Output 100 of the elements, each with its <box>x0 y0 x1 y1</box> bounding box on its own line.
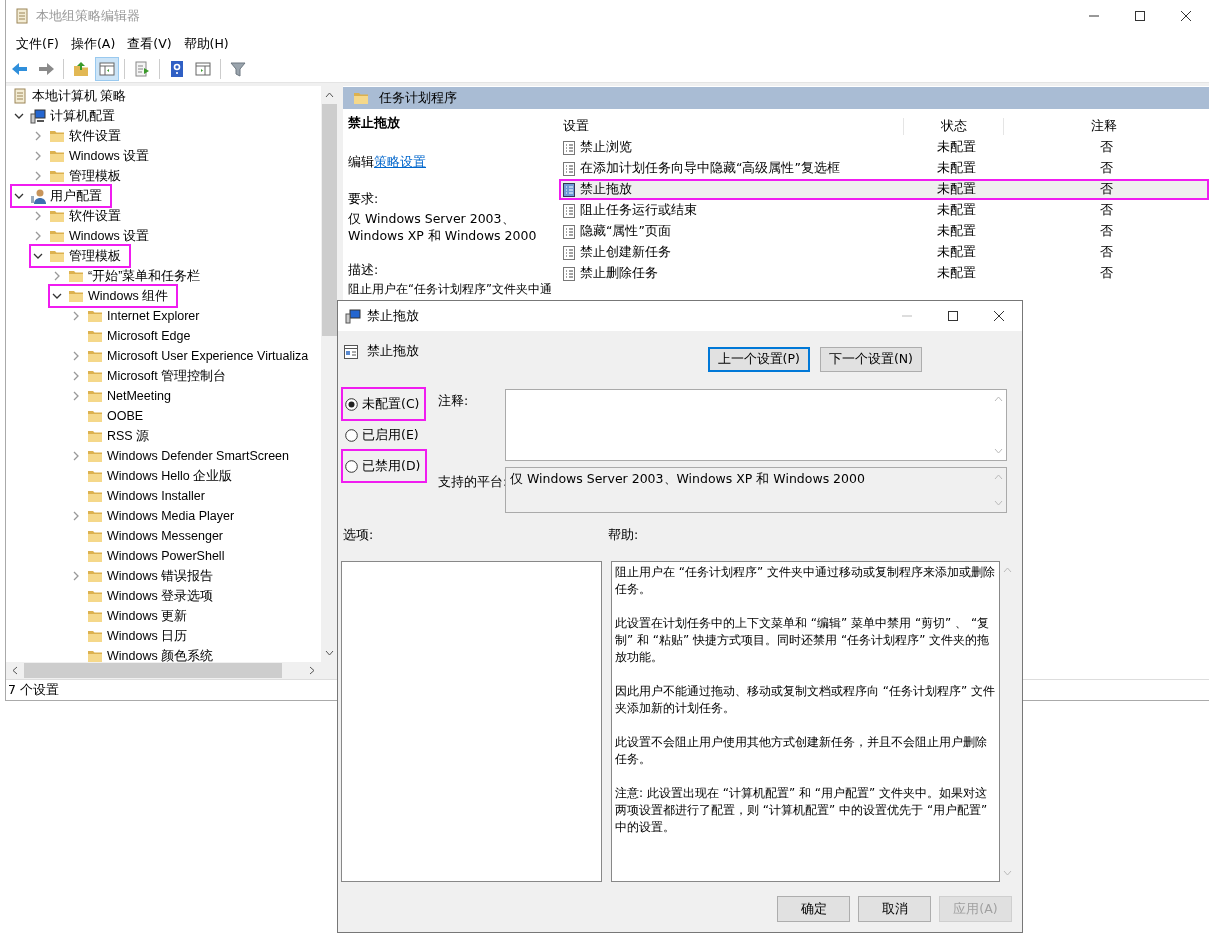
close-icon[interactable] <box>1180 10 1192 22</box>
tree-item[interactable]: Windows Media Player <box>67 507 240 525</box>
folder-icon <box>49 248 65 264</box>
tree-item[interactable]: 管理模板 <box>29 167 126 185</box>
maximize-icon[interactable] <box>1134 10 1146 22</box>
tree-item[interactable]: Windows Installer <box>67 487 210 505</box>
chevron-right-icon[interactable] <box>52 271 62 281</box>
radio-button[interactable]: 已启用(E) <box>341 421 426 449</box>
scrollbar-thumb[interactable] <box>24 663 282 678</box>
table-row[interactable]: 禁止浏览 未配置 否 <box>559 137 1209 158</box>
dialog-button[interactable]: 确定 <box>777 896 850 922</box>
tree-item[interactable]: “开始”菜单和任务栏 <box>48 267 206 285</box>
scrollbar[interactable] <box>321 86 338 662</box>
tree-item[interactable]: Windows Defender SmartScreen <box>67 447 295 465</box>
table-row[interactable]: 在添加计划任务向导中隐藏“高级属性”复选框 未配置 否 <box>559 158 1209 179</box>
tree-item[interactable]: Windows 日历 <box>67 627 193 645</box>
dialog-button[interactable]: 取消 <box>858 896 931 922</box>
user-icon <box>30 188 46 204</box>
table-row[interactable]: 阻止任务运行或结束 未配置 否 <box>559 200 1209 221</box>
tree-item[interactable]: 软件设置 <box>29 207 126 225</box>
table-cell: 阻止任务运行或结束 <box>580 202 697 219</box>
tree-item[interactable]: Windows 更新 <box>67 607 193 625</box>
tree-item[interactable]: 用户配置 <box>10 184 112 208</box>
tree-item[interactable]: Windows 颜色系统 <box>67 647 219 662</box>
tree-item[interactable]: Windows Hello 企业版 <box>67 467 238 485</box>
scroll-left-icon[interactable] <box>12 666 18 675</box>
scroll-up-icon[interactable] <box>325 92 334 98</box>
chevron-right-icon[interactable] <box>71 571 81 581</box>
tree-item[interactable]: Windows 设置 <box>29 227 155 245</box>
folder-icon <box>87 568 103 584</box>
folder-icon <box>87 328 103 344</box>
chevron-right-icon[interactable] <box>33 131 43 141</box>
scroll-right-icon[interactable] <box>309 666 315 675</box>
setting-icon <box>561 244 577 261</box>
help-paragraph: 注意: 此设置出现在 “计算机配置” 和 “用户配置” 文件夹中。如果对这两项设置都进行了配置，则 “计算机配置” 中的设置优先于 “用户配置” 中的设置。 <box>615 785 989 836</box>
tree-item[interactable]: Windows Messenger <box>67 527 228 545</box>
tree-item[interactable]: Internet Explorer <box>67 307 205 325</box>
setting-title: 禁止拖放 <box>348 115 401 132</box>
chevron-right-icon[interactable] <box>71 511 81 521</box>
pane-title: 任务计划程序 <box>379 89 457 107</box>
close-icon[interactable] <box>993 310 1005 322</box>
tree-item[interactable]: RSS 源 <box>67 427 155 445</box>
table-row[interactable]: 隐藏“属性”页面 未配置 否 <box>559 221 1209 242</box>
tree-item[interactable]: Microsoft User Experience Virtualiza <box>67 347 314 365</box>
menu-item[interactable]: 帮助(H) <box>177 35 235 53</box>
table-cell: 隐藏“属性”页面 <box>580 223 671 240</box>
chevron-down-icon[interactable] <box>33 251 43 261</box>
chevron-right-icon[interactable] <box>71 371 81 381</box>
maximize-icon[interactable] <box>947 310 959 322</box>
scrollbar-thumb[interactable] <box>322 104 337 336</box>
table-cell-text: 否 <box>1098 244 1114 261</box>
nav-button[interactable]: 下一个设置(N) <box>819 346 922 372</box>
chevron-right-icon[interactable] <box>33 231 43 241</box>
scroll-down-icon[interactable] <box>325 650 334 656</box>
tree-item[interactable]: 本地计算机 策略 <box>9 87 132 105</box>
column-header[interactable]: 设置 <box>559 117 904 135</box>
column-header[interactable]: 状态 <box>904 117 1004 135</box>
chevron-down-icon[interactable] <box>52 291 62 301</box>
tree-item[interactable]: 计算机配置 <box>10 107 120 125</box>
table-cell-text: 否 <box>1098 181 1114 198</box>
policy-settings-link[interactable]: 策略设置 <box>374 154 426 169</box>
folder-icon <box>87 408 103 424</box>
radio-empty-icon[interactable] <box>345 428 358 442</box>
tree-item[interactable]: Windows PowerShell <box>67 547 230 565</box>
tree-item[interactable]: Microsoft 管理控制台 <box>67 367 232 385</box>
table-row[interactable]: 禁止删除任务 未配置 否 <box>559 263 1209 284</box>
chevron-down-icon[interactable] <box>14 111 24 121</box>
tree-item[interactable]: Windows 组件 <box>48 284 179 308</box>
tree-item[interactable]: 软件设置 <box>29 127 126 145</box>
chevron-down-icon[interactable] <box>14 191 24 201</box>
tree-item[interactable]: Windows 设置 <box>29 147 155 165</box>
folder-icon <box>49 228 65 244</box>
chevron-right-icon[interactable] <box>33 151 43 161</box>
table-row[interactable]: 禁止拖放 未配置 否 <box>559 179 1209 200</box>
radio-selected-icon[interactable] <box>345 397 358 411</box>
menu-item[interactable]: 查看(V) <box>121 35 178 53</box>
radio-button[interactable]: 已禁用(D) <box>341 449 428 483</box>
radio-empty-icon[interactable] <box>345 459 358 473</box>
tree-item[interactable]: 管理模板 <box>29 244 131 268</box>
chevron-right-icon[interactable] <box>71 311 81 321</box>
tree-item[interactable]: Microsoft Edge <box>67 327 196 345</box>
table-row[interactable]: 禁止创建新任务 未配置 否 <box>559 242 1209 263</box>
tree-item[interactable]: Windows 登录选项 <box>67 587 219 605</box>
folder-icon <box>87 448 103 464</box>
scrollbar[interactable] <box>6 662 321 679</box>
chevron-right-icon[interactable] <box>71 351 81 361</box>
chevron-right-icon[interactable] <box>71 451 81 461</box>
nav-button[interactable]: 上一个设置(P) <box>707 346 810 372</box>
table-cell-text: 未配置 <box>935 244 977 261</box>
column-header[interactable]: 注释 <box>1004 117 1204 135</box>
chevron-right-icon[interactable] <box>71 391 81 401</box>
window-title: 本地组策略编辑器 <box>36 7 140 25</box>
chevron-right-icon[interactable] <box>33 171 43 181</box>
radio-button[interactable]: 未配置(C) <box>341 387 427 421</box>
tree-item[interactable]: Windows 错误报告 <box>67 567 219 585</box>
tree-item[interactable]: NetMeeting <box>67 387 176 405</box>
menu-item[interactable]: 文件(F) <box>10 35 65 53</box>
tree-item[interactable]: OOBE <box>67 407 149 425</box>
menu-item[interactable]: 操作(A) <box>64 35 122 53</box>
chevron-right-icon[interactable] <box>33 211 43 221</box>
